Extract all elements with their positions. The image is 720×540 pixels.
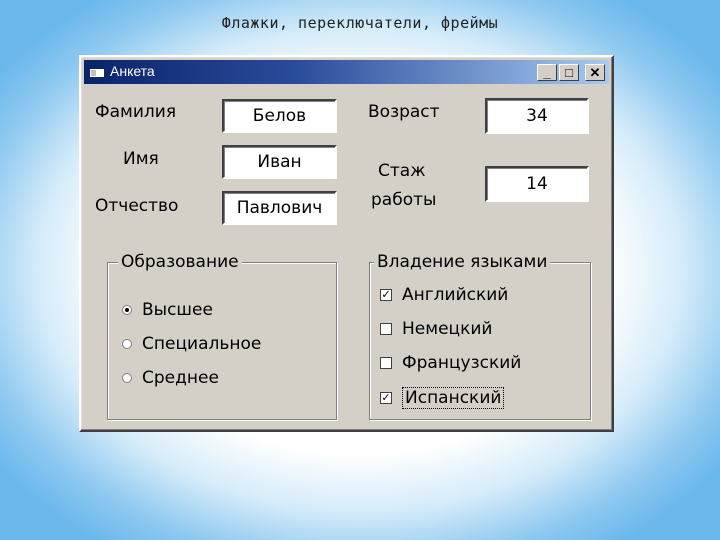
languages-frame: Владение языками ✓ Английский Немецкий Ф…	[369, 252, 591, 420]
languages-frame-title: Владение языками	[374, 252, 551, 272]
slide-title: Флажки, переключатели, фреймы	[221, 14, 499, 32]
minimize-button[interactable]: _	[537, 64, 557, 81]
radio-selected-icon[interactable]	[122, 305, 132, 315]
experience-label-line2: работы	[371, 190, 437, 210]
education-frame: Образование Высшее Специальное Среднее	[107, 252, 337, 420]
checkbox-checked-icon[interactable]: ✓	[380, 392, 392, 404]
education-option-special[interactable]: Специальное	[122, 334, 261, 354]
checkbox-checked-icon[interactable]: ✓	[380, 289, 392, 301]
name-input[interactable]: Иван	[222, 145, 337, 179]
surname-label: Фамилия	[95, 102, 177, 122]
name-label: Имя	[123, 149, 159, 169]
experience-input[interactable]: 14	[485, 166, 589, 202]
patronymic-label: Отчество	[95, 196, 179, 216]
checkbox-unchecked-icon[interactable]	[380, 323, 392, 335]
experience-label-line1: Стаж	[378, 161, 426, 181]
focused-option-label: Испанский	[402, 387, 505, 409]
maximize-button[interactable]: □	[559, 64, 579, 81]
age-input[interactable]: 34	[485, 98, 589, 134]
language-option-french[interactable]: Французский	[380, 353, 521, 373]
education-option-higher[interactable]: Высшее	[122, 300, 213, 320]
language-option-spanish[interactable]: ✓ Испанский	[380, 387, 505, 409]
language-option-german[interactable]: Немецкий	[380, 319, 492, 339]
education-option-secondary[interactable]: Среднее	[122, 368, 219, 388]
education-frame-title: Образование	[118, 252, 242, 272]
language-option-english[interactable]: ✓ Английский	[380, 285, 508, 305]
title-bar[interactable]: Анкета _ □ ✕	[84, 60, 609, 84]
window-title: Анкета	[110, 63, 155, 79]
radio-unselected-icon[interactable]	[122, 373, 132, 383]
patronymic-input[interactable]: Павлович	[222, 191, 337, 225]
form-window: Анкета _ □ ✕ Фамилия Белов Имя Иван Отче…	[79, 55, 614, 432]
surname-input[interactable]: Белов	[222, 99, 337, 133]
app-window-icon	[90, 66, 104, 77]
close-button[interactable]: ✕	[585, 64, 605, 81]
radio-unselected-icon[interactable]	[122, 339, 132, 349]
age-label: Возраст	[368, 102, 440, 122]
checkbox-unchecked-icon[interactable]	[380, 357, 392, 369]
